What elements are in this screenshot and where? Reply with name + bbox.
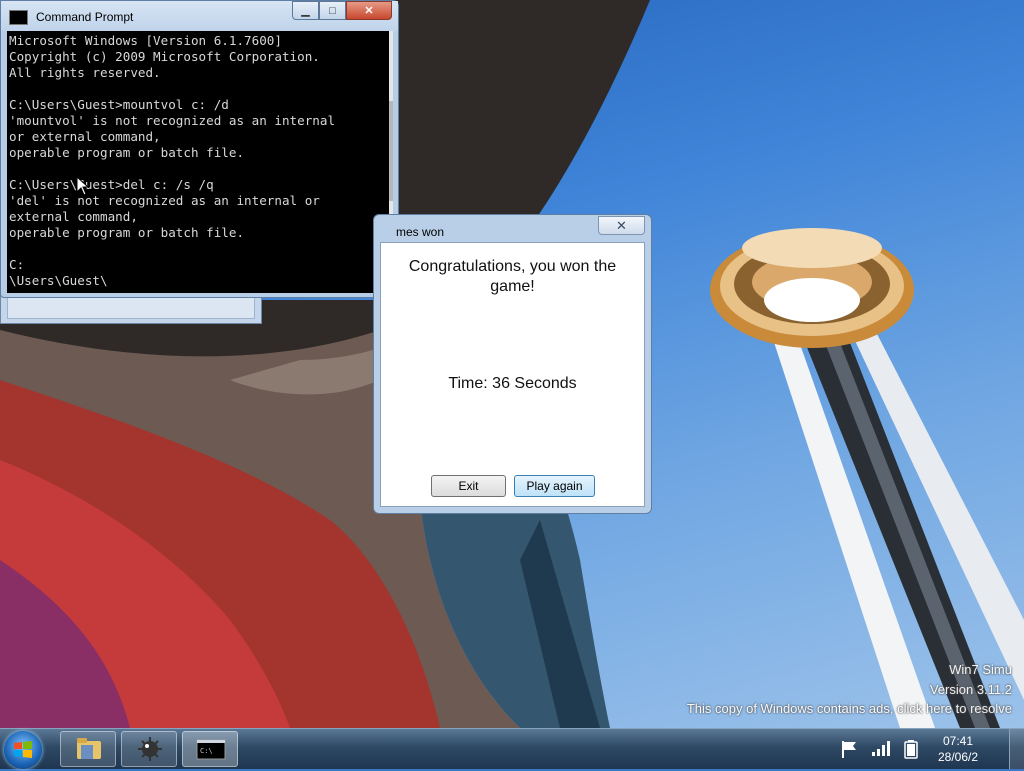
folder-icon [77,738,101,759]
play-again-button[interactable]: Play again [514,475,595,497]
close-button[interactable]: ✕ [346,1,392,20]
maximize-button[interactable]: □ [319,1,346,20]
congratulations-message: Congratulations, you won the game! [408,258,617,295]
dialog-title: mes won [396,225,445,239]
watermark-activation-link[interactable]: This copy of Windows contains ads, click… [592,701,1012,716]
action-center-flag-icon[interactable] [840,739,858,759]
start-button[interactable] [4,731,42,769]
minimize-button[interactable]: ▁ [292,1,319,20]
maximize-icon: □ [329,4,336,17]
windows-logo-icon [14,741,32,758]
taskbar: C:\ 07:41 28/06/2 [0,728,1024,769]
taskbar-minesweeper[interactable] [121,731,177,767]
console-icon [9,10,28,25]
network-signal-icon[interactable] [871,739,893,757]
console-output[interactable]: Microsoft Windows [Version 6.1.7600] Cop… [7,31,393,293]
command-prompt-title: Command Prompt [36,10,134,24]
exit-button[interactable]: Exit [431,475,506,497]
window-controls: ▁ □ ✕ [292,1,392,21]
taskbar-explorer[interactable] [60,731,116,767]
games-won-dialog[interactable]: mes won ✕ Congratulations, you won the g… [373,214,652,514]
clock-date: 28/06/2 [937,750,979,764]
svg-text:C:\: C:\ [200,747,213,755]
clock-time: 07:41 [942,734,974,748]
close-icon: ✕ [616,217,627,233]
show-desktop-button[interactable] [1009,729,1024,769]
mine-icon [138,737,162,761]
watermark-product-name: Win7 Simu [949,662,1012,677]
battery-icon[interactable] [904,739,918,759]
taskbar-command-prompt[interactable]: C:\ [182,731,238,767]
minimize-icon: ▁ [301,5,310,17]
watermark-version: Version 3.11.2 [929,682,1012,697]
dialog-close-button[interactable]: ✕ [598,216,645,235]
console-scrollbar-thumb[interactable] [389,101,393,201]
console-text: Microsoft Windows [Version 6.1.7600] Cop… [9,33,336,288]
dialog-titlebar[interactable]: mes won ✕ [374,215,651,242]
mouse-cursor-icon [76,176,90,196]
dialog-body: Congratulations, you won the game! Time:… [380,242,645,507]
system-clock[interactable]: 07:41 28/06/2 [928,733,988,765]
console-icon: C:\ [196,739,226,760]
command-prompt-titlebar[interactable]: Command Prompt ▁ □ ✕ [1,1,398,31]
command-prompt-window[interactable]: Command Prompt ▁ □ ✕ Microsoft Windows [… [0,0,399,298]
close-icon: ✕ [364,5,374,17]
elapsed-time: Time: 36 Seconds [448,375,577,392]
